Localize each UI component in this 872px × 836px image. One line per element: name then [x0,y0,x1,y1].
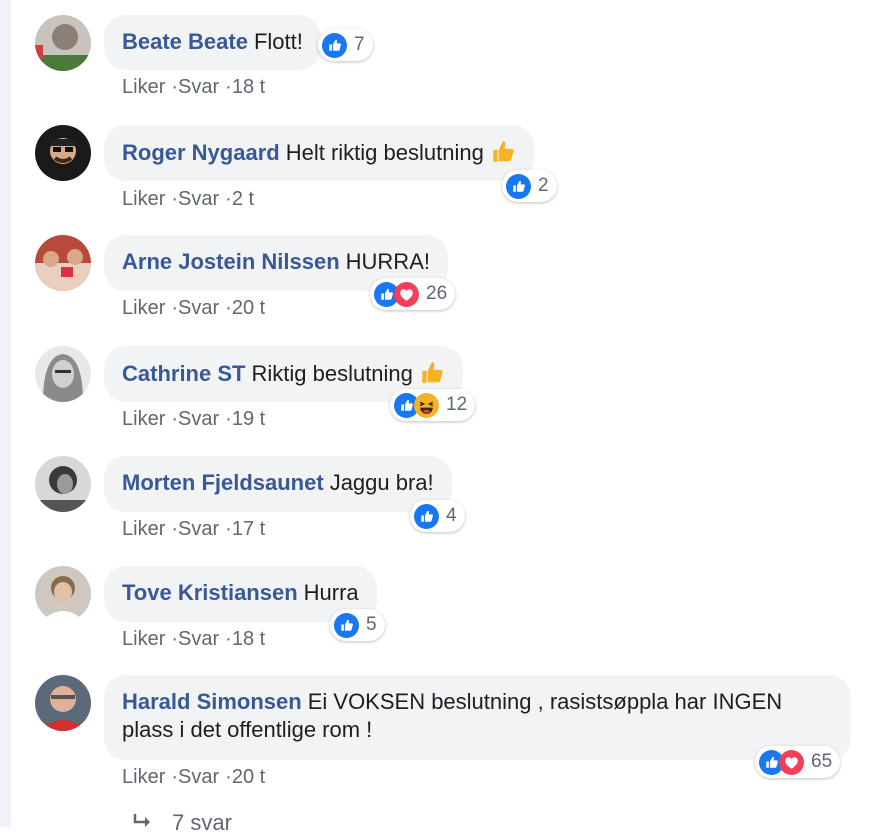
reply-link[interactable]: Svar [178,188,219,210]
reactions-badge[interactable]: 7 [318,29,373,61]
haha-reaction-icon [414,392,439,418]
comment-author[interactable]: Morten Fjeldsaunet [122,470,324,495]
comment-bubble: Beate Beate Flott! [104,15,321,70]
comment-actions: Liker ·Svar ·20 t [122,766,265,789]
reactions-badge[interactable]: 4 [410,500,465,532]
reply-link[interactable]: Svar [178,76,219,98]
comment-text: Hurra [303,580,359,605]
separator: · [225,408,232,430]
comment-bubble: Morten Fjeldsaunet Jaggu bra! [104,456,452,512]
like-link[interactable]: Liker [122,76,165,98]
like-link[interactable]: Liker [122,766,165,788]
comment-actions: Liker ·Svar ·18 t [122,628,265,651]
love-reaction-icon [779,749,804,775]
comment-time[interactable]: 18 t [232,76,265,98]
comment-author[interactable]: Beate Beate [122,29,248,54]
comment-text: Flott! [253,29,303,54]
reaction-count: 12 [446,394,468,415]
comment-time[interactable]: 18 t [232,628,265,650]
like-reaction-icon [414,503,439,529]
reaction-count: 26 [426,283,448,304]
reply-link[interactable]: Svar [178,408,219,430]
comment-time[interactable]: 20 t [232,297,265,319]
separator: · [225,518,232,540]
comment-text: Riktig beslutning [251,361,413,386]
like-reaction-icon [322,32,347,58]
like-link[interactable]: Liker [122,408,165,430]
reply-link[interactable]: Svar [178,766,219,788]
thumbs-up-emoji-icon [493,141,514,162]
reaction-count: 4 [446,505,457,526]
separator: · [225,188,232,210]
comment-text: HURRA! [345,249,430,274]
comment-author[interactable]: Roger Nygaard [122,140,280,165]
reaction-count: 7 [354,34,365,55]
avatar[interactable] [35,675,91,731]
comment-text: Helt riktig beslutning [285,140,484,165]
comment-bubble: Harald Simonsen Ei VOKSEN beslutning , ra… [104,675,851,760]
comment-bubble: Roger Nygaard Helt riktig beslutning [104,125,534,181]
comment-actions: Liker ·Svar ·17 t [122,518,265,541]
comment-time[interactable]: 2 t [232,188,254,210]
comment-text: Jaggu bra! [329,470,434,495]
reactions-badge[interactable]: 12 [390,389,476,421]
avatar[interactable] [35,346,91,402]
reactions-badge[interactable]: 5 [330,609,385,641]
reactions-badge[interactable]: 26 [370,278,456,310]
avatar[interactable] [35,125,91,181]
reply-link[interactable]: Svar [178,628,219,650]
like-reaction-icon [506,173,531,199]
separator: · [225,76,232,98]
left-border [0,0,11,827]
like-link[interactable]: Liker [122,628,165,650]
replies-count: 7 svar [172,810,232,835]
reactions-badge[interactable]: 65 [755,746,841,778]
avatar[interactable] [35,566,91,622]
separator: · [225,766,232,788]
comment-author[interactable]: Cathrine ST [122,361,245,386]
comment-author[interactable]: Arne Jostein Nilssen [122,249,340,274]
view-replies-link[interactable]: 7 svar [132,810,232,836]
reply-link[interactable]: Svar [178,518,219,540]
comment-actions: Liker ·Svar ·18 t [122,76,265,99]
separator: · [225,297,232,319]
avatar[interactable] [35,235,91,291]
thumbs-up-emoji-icon [422,362,443,383]
comment-time[interactable]: 17 t [232,518,265,540]
avatar[interactable] [35,15,91,71]
like-reaction-icon [334,612,359,638]
reaction-count: 65 [811,751,833,772]
comment-actions: Liker ·Svar ·2 t [122,188,254,211]
separator: · [225,628,232,650]
reactions-badge[interactable]: 2 [502,170,557,202]
comment-author[interactable]: Harald Simonsen [122,689,302,714]
comment-time[interactable]: 20 t [232,766,265,788]
like-link[interactable]: Liker [122,518,165,540]
reaction-count: 5 [366,614,377,635]
reply-link[interactable]: Svar [178,297,219,319]
avatar[interactable] [35,456,91,512]
comment-author[interactable]: Tove Kristiansen [122,580,298,605]
like-link[interactable]: Liker [122,297,165,319]
comment-time[interactable]: 19 t [232,408,265,430]
reply-arrow-icon [133,814,150,827]
love-reaction-icon [394,281,419,307]
like-link[interactable]: Liker [122,188,165,210]
comment-actions: Liker ·Svar ·20 t [122,297,265,320]
reaction-count: 2 [538,175,549,196]
comment-actions: Liker ·Svar ·19 t [122,408,265,431]
